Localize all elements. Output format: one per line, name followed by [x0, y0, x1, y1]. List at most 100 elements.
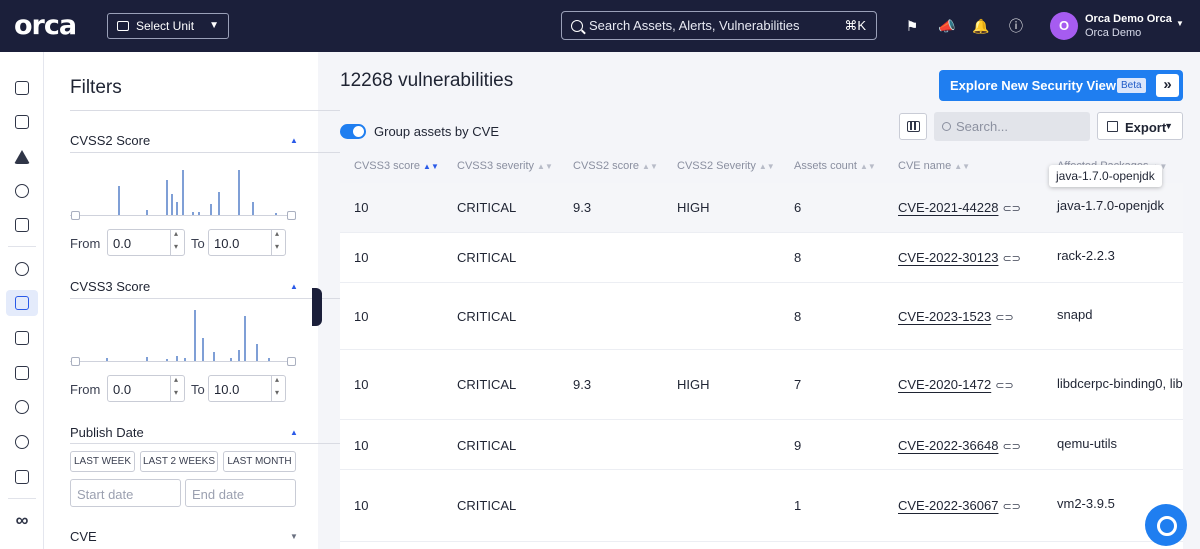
dashboard-icon[interactable] [6, 109, 38, 135]
search-icon [942, 122, 951, 131]
bell-icon[interactable]: 🔔 [971, 16, 991, 36]
vulnerability-icon[interactable] [6, 290, 38, 316]
megaphone-icon[interactable]: 📣 [937, 16, 957, 36]
cvss3-to-input[interactable]: 10.0 [208, 375, 286, 402]
cvss3-score-cell: 10 [354, 377, 369, 392]
cvss2-min-handle[interactable] [71, 211, 80, 220]
cve-link[interactable]: CVE-2022-36067 ⊂⊃ [898, 498, 1021, 513]
last-week-button[interactable]: LAST WEEK [70, 451, 135, 472]
link-icon[interactable]: ⊂⊃ [1002, 501, 1020, 513]
package-tooltip: java-1.7.0-openjdk [1049, 165, 1162, 187]
table-search-placeholder: Search... [956, 119, 1009, 134]
table-search-input[interactable]: Search... [934, 112, 1090, 141]
col-cvss3-score[interactable]: CVSS3 score ▲▼ [354, 160, 439, 172]
cvss2-from-input[interactable]: 0.0 [107, 229, 185, 256]
publish-date-section-title[interactable]: Publish Date [70, 425, 144, 440]
flag-icon[interactable]: ⚑ [902, 16, 922, 36]
last-2-weeks-button[interactable]: LAST 2 WEEKS [140, 451, 218, 472]
user-name[interactable]: Orca Demo Orca [1085, 13, 1172, 25]
assets-count-cell: 7 [794, 377, 802, 392]
columns-button[interactable] [899, 113, 927, 140]
cvss3-from-input[interactable]: 0.0 [107, 375, 185, 402]
cloud-icon[interactable] [6, 429, 38, 455]
cve-link[interactable]: CVE-2022-36648 ⊂⊃ [898, 438, 1021, 453]
database-icon[interactable] [6, 394, 38, 420]
cvss3-min-handle[interactable] [71, 357, 80, 366]
cve-name[interactable]: CVE-2021-44228 [898, 200, 998, 215]
global-search-input[interactable]: Search Assets, Alerts, Vulnerabilities ⌘… [561, 11, 877, 40]
cve-link[interactable]: CVE-2022-30123 ⊂⊃ [898, 250, 1021, 265]
cvss2-severity-cell: HIGH [677, 200, 710, 215]
stepper-icon[interactable] [170, 229, 184, 255]
link-icon[interactable]: ⊂⊃ [1002, 253, 1020, 265]
end-date-input[interactable]: End date [185, 479, 296, 507]
cve-section-title[interactable]: CVE [70, 529, 97, 544]
export-button[interactable]: Export ▼ [1097, 112, 1183, 140]
alert-icon[interactable] [6, 144, 38, 170]
cve-link[interactable]: CVE-2023-1523 ⊂⊃ [898, 309, 1014, 324]
double-chevron-right-icon[interactable]: » [1156, 74, 1179, 97]
group-by-cve-toggle[interactable] [340, 124, 366, 139]
table-row[interactable]: 10 CRITICAL 8 CVE-2023-1523 ⊂⊃ snapd [340, 283, 1183, 350]
cvss2-from-label: From [70, 236, 101, 251]
report-icon[interactable] [6, 360, 38, 386]
link-icon[interactable]: ⊂⊃ [995, 312, 1013, 324]
help-icon[interactable]: ⓘ [1006, 16, 1026, 36]
cvss2-to-input[interactable]: 10.0 [208, 229, 286, 256]
settings-icon[interactable] [6, 256, 38, 282]
orca-logo[interactable]: orca [14, 10, 77, 41]
table-row[interactable]: 10 CRITICAL 9.3 HIGH 6 CVE-2021-44228 ⊂⊃ … [340, 183, 1183, 233]
table-row[interactable]: 10 CRITICAL 1 CVE-2022-36067 ⊂⊃ vm2-3.9.5 [340, 470, 1183, 542]
unit-select[interactable]: Select Unit ▼ [107, 13, 229, 39]
filters-collapse-handle[interactable] [312, 288, 322, 326]
cve-link[interactable]: CVE-2021-44228 ⊂⊃ [898, 200, 1021, 215]
col-cve-name[interactable]: CVE name ▲▼ [898, 160, 970, 172]
search-icon[interactable] [6, 178, 38, 204]
cvss3-histogram [70, 304, 296, 362]
cvss3-collapse-icon[interactable]: ▲ [290, 282, 298, 291]
cve-name[interactable]: CVE-2022-36648 [898, 438, 998, 453]
cvss3-section-title[interactable]: CVSS3 Score [70, 279, 150, 294]
table-row[interactable]: 10 CRITICAL 9.3 HIGH 7 CVE-2020-1472 ⊂⊃ l… [340, 350, 1183, 420]
cve-name[interactable]: CVE-2022-30123 [898, 250, 998, 265]
cve-name[interactable]: CVE-2020-1472 [898, 377, 991, 392]
cvss3-to-label: To [191, 382, 205, 397]
cvss3-max-handle[interactable] [287, 357, 296, 366]
table-row[interactable]: 10 CRITICAL 8 CVE-2022-30123 ⊂⊃ rack-2.2.… [340, 233, 1183, 283]
cve-name[interactable]: CVE-2023-1523 [898, 309, 991, 324]
filters-panel: Filters CVSS2 Score ▲ From 0.0 To 10.0 C… [44, 52, 340, 549]
user-menu-caret-icon[interactable]: ▼ [1176, 19, 1184, 28]
cvss3-severity-cell: CRITICAL [457, 309, 517, 324]
start-date-input[interactable]: Start date [70, 479, 181, 507]
publish-date-collapse-icon[interactable]: ▲ [290, 428, 298, 437]
stepper-icon[interactable] [271, 375, 285, 401]
stepper-icon[interactable] [170, 375, 184, 401]
integrations-icon[interactable]: ∞ [6, 507, 38, 533]
lock-icon[interactable] [6, 75, 38, 101]
chat-support-button[interactable] [1145, 504, 1187, 546]
col-cvss2-severity[interactable]: CVSS2 Severity ▲▼ [677, 160, 775, 172]
avatar[interactable]: O [1050, 12, 1078, 40]
explore-security-view-button[interactable]: Explore New Security View Beta » [939, 70, 1183, 101]
stepper-icon[interactable] [271, 229, 285, 255]
cve-name[interactable]: CVE-2022-36067 [898, 498, 998, 513]
table-row[interactable]: 10 CRITICAL 9 CVE-2022-36648 ⊂⊃ qemu-util… [340, 420, 1183, 470]
top-bar: orca Select Unit ▼ Search Assets, Alerts… [0, 0, 1200, 52]
link-icon[interactable]: ⊂⊃ [1002, 441, 1020, 453]
cvss2-max-handle[interactable] [287, 211, 296, 220]
col-assets-count[interactable]: Assets count ▲▼ [794, 160, 876, 172]
graph-icon[interactable] [6, 212, 38, 238]
col-cvss3-severity[interactable]: CVSS3 severity ▲▼ [457, 160, 553, 172]
last-month-button[interactable]: LAST MONTH [223, 451, 296, 472]
checklist-icon[interactable] [6, 325, 38, 351]
link-icon[interactable]: ⊂⊃ [995, 380, 1013, 392]
user-icon[interactable] [6, 464, 38, 490]
col-cvss2-score[interactable]: CVSS2 score ▲▼ [573, 160, 658, 172]
cve-link[interactable]: CVE-2020-1472 ⊂⊃ [898, 377, 1014, 392]
cve-expand-icon[interactable]: ▼ [290, 532, 298, 541]
table-row[interactable] [340, 542, 1183, 549]
cvss2-collapse-icon[interactable]: ▲ [290, 136, 298, 145]
cvss2-section-title[interactable]: CVSS2 Score [70, 133, 150, 148]
link-icon[interactable]: ⊂⊃ [1002, 203, 1020, 215]
affected-packages-cell: rack-2.2.3 [1057, 248, 1115, 263]
